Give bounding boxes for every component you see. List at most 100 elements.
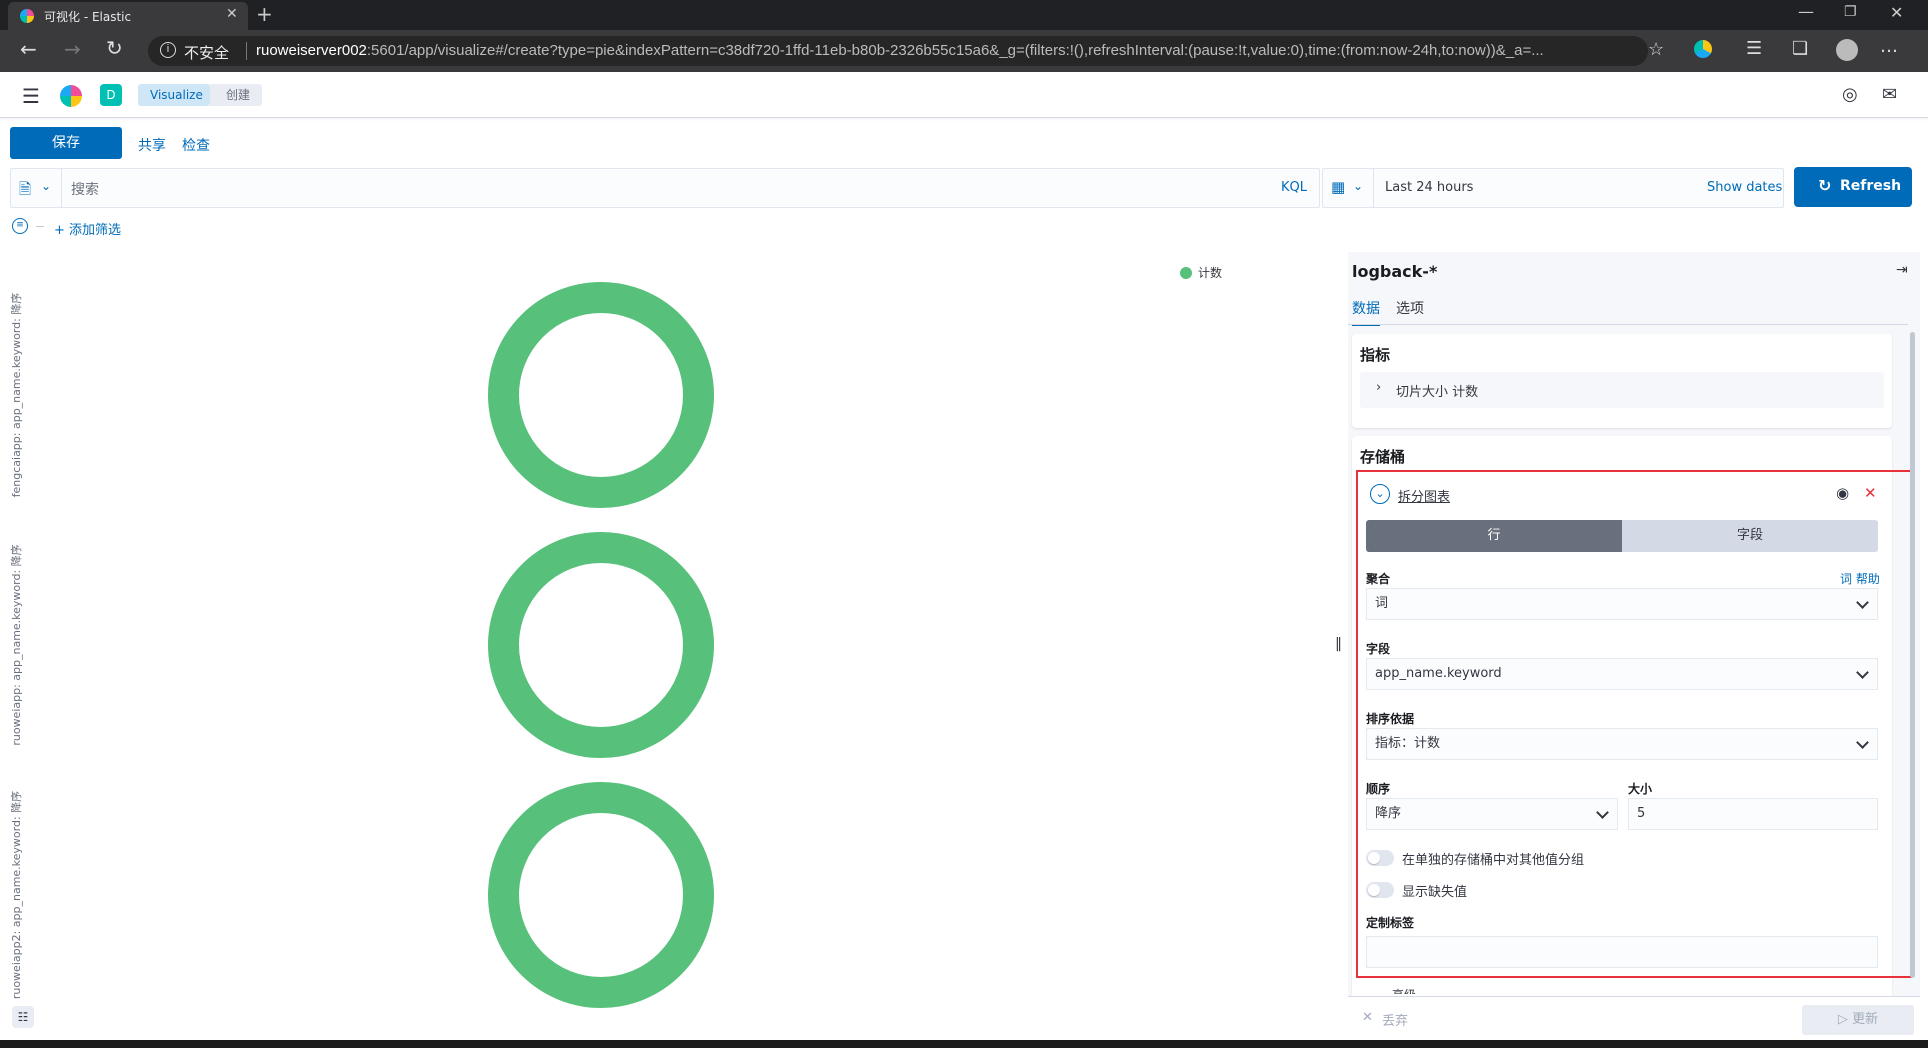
newsfeed-icon[interactable]: ✉ [1882,84,1897,105]
help-icon[interactable]: ◎ [1842,84,1858,105]
discard-icon[interactable]: ✕ [1362,1010,1373,1025]
breadcrumb-create: 创建 [210,84,263,106]
aggregation-select[interactable]: 词 [1366,588,1878,620]
order-select[interactable]: 降序 [1366,798,1618,830]
legend-item[interactable]: 计数 [1198,264,1222,281]
filter-options-icon[interactable]: ≡ [12,218,28,234]
date-picker: ▦ ⌄ Last 24 hours Show dates [1322,168,1784,208]
discard-button[interactable]: 丢弃 [1382,1010,1408,1029]
maximize-icon[interactable]: ❐ [1844,4,1857,20]
saved-query-chevron-icon[interactable]: ⌄ [41,179,51,193]
refresh-label: Refresh [1840,178,1902,194]
play-icon: ▷ [1837,1012,1853,1027]
tab-options[interactable]: 选项 [1396,298,1424,318]
other-bucket-switch[interactable] [1366,850,1394,866]
profile-avatar-icon[interactable] [1836,39,1858,61]
url-host: ruoweiserver002 [256,42,367,59]
metric-label: 切片大小 计数 [1396,385,1479,400]
pie-slice[interactable] [488,532,714,758]
toggle-visibility-icon[interactable]: ◉ [1836,484,1849,502]
breadcrumb-visualize[interactable]: Visualize [138,84,215,106]
refresh-button[interactable]: ↻ Refresh [1794,167,1912,207]
filter-divider [36,226,44,227]
update-label: 更新 [1852,1012,1879,1027]
space-avatar[interactable]: D [100,84,122,106]
split-mode-toggle: 行 字段 [1366,520,1878,552]
favorite-star-icon[interactable]: ☆ [1648,39,1664,60]
other-bucket-label: 在单独的存储桶中对其他值分组 [1402,853,1585,868]
info-icon[interactable]: i [160,42,176,58]
metric-row[interactable]: › 切片大小 计数 [1360,372,1884,408]
field-value: app_name.keyword [1375,666,1502,681]
share-link[interactable]: 共享 [138,135,166,155]
editor-sidebar: logback-* ⇥ 数据 选项 指标 › 切片大小 计数 存储桶 ⌄ 拆分图… [1348,252,1920,1040]
window-close-icon[interactable]: ✕ [1890,3,1903,22]
refresh-icon: ↻ [1818,176,1832,195]
expand-chevron-icon[interactable]: › [1376,380,1381,395]
browser-menu-icon[interactable]: … [1880,36,1898,57]
extension-icon[interactable] [1694,40,1712,58]
collapse-bucket-icon[interactable]: ⌄ [1370,484,1390,504]
size-input[interactable]: 5 [1628,798,1878,830]
split-row-label: fengcaiapp: app_name.keyword: 降序 [10,293,23,498]
legend-swatch-icon[interactable] [1180,267,1192,279]
tab-title: 可视化 - Elastic [44,10,132,24]
metrics-panel: 指标 › 切片大小 计数 [1352,334,1892,428]
new-tab-icon[interactable]: + [256,2,273,26]
taskbar-strip [0,1040,1928,1048]
url-bar[interactable]: i 不安全 ruoweiserver002:5601/app/visualize… [148,36,1664,66]
browser-tab[interactable]: 可视化 - Elastic ✕ [8,2,248,30]
search-input[interactable]: 搜索 [71,179,99,199]
buckets-title: 存储桶 [1360,448,1406,466]
menu-hamburger-icon[interactable]: ☰ [22,84,40,108]
field-select[interactable]: app_name.keyword [1366,658,1878,690]
close-tab-icon[interactable]: ✕ [226,6,238,22]
chevron-down-icon [1856,596,1869,609]
minimize-icon[interactable]: — [1798,2,1814,21]
split-rows-button[interactable]: 行 [1366,520,1622,552]
add-filter-link[interactable]: + 添加筛选 [54,219,121,238]
bucket-title[interactable]: 拆分图表 [1398,486,1450,505]
sidebar-footer: ✕ 丢弃 ▷ 更新 [1348,996,1920,1040]
quick-select-chevron-icon[interactable]: ⌄ [1353,179,1363,193]
resize-handle[interactable]: ‖ [1335,636,1342,652]
pie-slice[interactable] [488,282,714,508]
legend-toggle-icon[interactable]: ☷ [12,1006,34,1028]
calendar-icon[interactable]: ▦ [1331,178,1345,196]
query-bar: 🗎 ⌄ 搜索 KQL [10,168,1320,208]
reload-icon[interactable]: ↻ [106,36,123,60]
sidebar-scrollbar[interactable] [1910,332,1915,978]
field-label: 字段 [1366,642,1391,656]
aggregation-help-link[interactable]: 词 帮助 [1840,570,1880,587]
saved-query-icon[interactable]: 🗎 [19,179,31,204]
custom-label-input[interactable] [1366,936,1878,968]
advanced-toggle[interactable]: 高级 [1392,986,1416,994]
order-by-label: 排序依据 [1366,712,1415,726]
collections-icon[interactable]: ❏ [1792,38,1808,59]
remove-bucket-icon[interactable]: ✕ [1864,484,1877,502]
order-by-select[interactable]: 指标：计数 [1366,728,1878,760]
show-dates-link[interactable]: Show dates [1707,180,1782,195]
inspect-link[interactable]: 检查 [182,135,210,155]
split-columns-button[interactable]: 字段 [1622,520,1878,552]
pie-slice[interactable] [488,782,714,1008]
aggregation-label: 聚合 [1366,572,1391,586]
order-by-value: 指标：计数 [1375,736,1441,751]
forward-icon[interactable]: → [64,37,81,61]
update-button[interactable]: ▷ 更新 [1802,1005,1914,1035]
collapse-sidebar-icon[interactable]: ⇥ [1896,262,1908,278]
back-icon[interactable]: ← [20,37,37,61]
time-range-text[interactable]: Last 24 hours [1385,180,1473,195]
browser-titlebar: 可视化 - Elastic ✕ + — ❐ ✕ [0,0,1928,30]
elastic-logo-icon[interactable] [60,85,82,107]
missing-bucket-switch[interactable] [1366,882,1394,898]
url-path: :5601/app/visualize#/create?type=pie&ind… [366,42,1544,59]
size-label: 大小 [1628,782,1653,796]
save-button[interactable]: 保存 [10,127,122,159]
kql-toggle[interactable]: KQL [1281,180,1307,195]
security-label: 不安全 [184,45,230,62]
favorites-list-icon[interactable]: ☰ [1746,38,1762,59]
tab-data[interactable]: 数据 [1352,298,1380,326]
aggregation-value: 词 [1375,596,1389,611]
chevron-down-icon [1856,666,1869,679]
